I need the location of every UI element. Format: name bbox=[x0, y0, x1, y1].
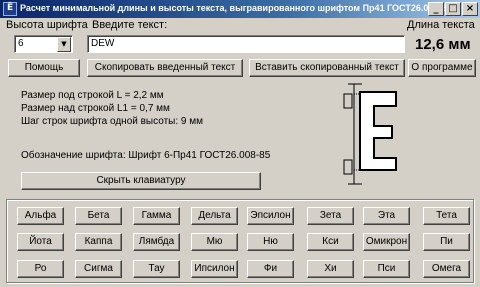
minimize-button[interactable]: _ bbox=[428, 2, 444, 16]
paste-text-button[interactable]: Вставить скопированный текст bbox=[249, 59, 405, 77]
greek-key[interactable]: Пси bbox=[363, 260, 410, 278]
font-height-select[interactable]: 6 ▼ bbox=[14, 35, 73, 53]
chevron-down-icon[interactable]: ▼ bbox=[57, 37, 71, 52]
greek-key[interactable]: Бета bbox=[75, 207, 122, 225]
help-button[interactable]: Помощь bbox=[8, 59, 80, 77]
greek-key[interactable]: Ипсилон bbox=[191, 260, 238, 278]
greek-key[interactable]: Фи bbox=[247, 260, 294, 278]
text-input-value: DEW bbox=[91, 38, 115, 49]
greek-key[interactable]: Тета bbox=[423, 207, 470, 225]
greek-key[interactable]: Ню bbox=[247, 233, 294, 251]
greek-key[interactable]: Гамма bbox=[133, 207, 180, 225]
size-above-line: Размер над строкой L1 = 0,7 мм bbox=[21, 103, 170, 114]
greek-key[interactable]: Омикрон bbox=[363, 233, 410, 251]
text-length-value: 12,6 мм bbox=[415, 36, 471, 53]
text-input-label: Введите текст: bbox=[92, 19, 168, 31]
font-height-label: Высота шрифта bbox=[6, 19, 88, 31]
greek-key[interactable]: Дельта bbox=[191, 207, 238, 225]
line-spacing: Шаг строк шрифта одной высоты: 9 мм bbox=[21, 116, 203, 127]
app-icon[interactable]: Ё bbox=[3, 2, 17, 16]
greek-key[interactable]: Пи bbox=[423, 233, 470, 251]
greek-key[interactable]: Лямбда bbox=[133, 233, 180, 251]
copy-text-button[interactable]: Скопировать введенный текст bbox=[87, 59, 243, 77]
greek-key[interactable]: Альфа bbox=[17, 207, 64, 225]
greek-key[interactable]: Эпсилон bbox=[247, 207, 294, 225]
about-button[interactable]: О программе bbox=[408, 59, 476, 77]
font-height-value: 6 bbox=[18, 38, 24, 49]
greek-key[interactable]: Тау bbox=[133, 260, 180, 278]
greek-key[interactable]: Ро bbox=[17, 260, 64, 278]
greek-key[interactable]: Зета bbox=[307, 207, 354, 225]
text-length-label: Длина текста bbox=[407, 19, 475, 31]
greek-key[interactable]: Сигма bbox=[75, 260, 122, 278]
maximize-button[interactable]: □ bbox=[445, 2, 461, 16]
font-designation: Обозначение шрифта: Шрифт 6-Пр41 ГОСТ26.… bbox=[21, 150, 271, 161]
title-bar[interactable]: Ё Расчет минимальной длины и высоты текс… bbox=[0, 0, 480, 18]
greek-key[interactable]: Каппа bbox=[75, 233, 122, 251]
greek-key[interactable]: Эта bbox=[363, 207, 410, 225]
greek-key[interactable]: Хи bbox=[307, 260, 354, 278]
text-input[interactable]: DEW bbox=[87, 35, 405, 53]
glyph-preview bbox=[343, 83, 398, 185]
greek-key[interactable]: Кси bbox=[307, 233, 354, 251]
greek-key[interactable]: Омега bbox=[423, 260, 470, 278]
hide-keyboard-button[interactable]: Скрыть клавиатуру bbox=[21, 172, 261, 190]
greek-key[interactable]: Мю bbox=[191, 233, 238, 251]
greek-key[interactable]: Йота bbox=[17, 233, 64, 251]
close-button[interactable]: × bbox=[462, 2, 478, 16]
window-title: Расчет минимальной длины и высоты текста… bbox=[20, 3, 452, 13]
size-below-line: Размер под строкой L = 2,2 мм bbox=[21, 90, 164, 101]
